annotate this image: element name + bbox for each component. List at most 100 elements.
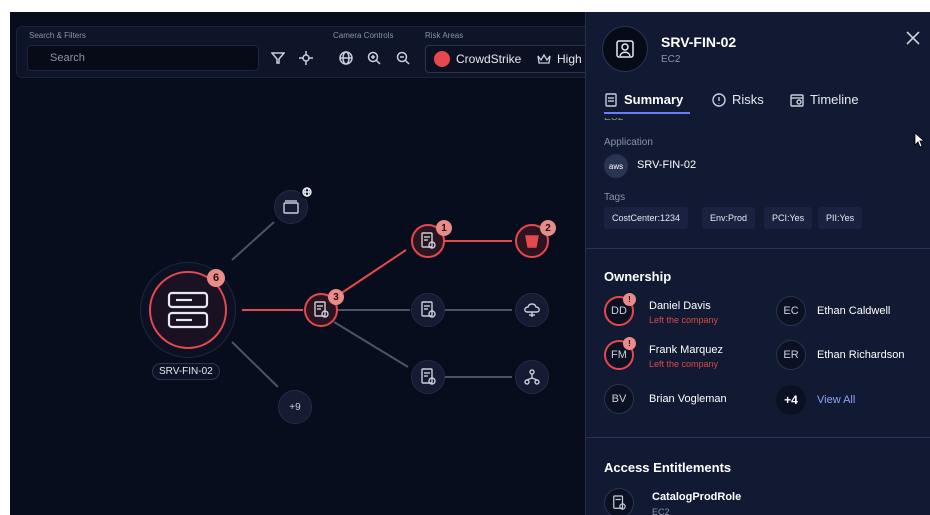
application-value: SRV-FIN-02 [637, 159, 697, 171]
owner-name: Ethan Richardson [817, 349, 905, 361]
filter-button[interactable] [269, 49, 287, 67]
owner-name: Frank Marquez [649, 344, 723, 356]
section-divider [586, 248, 930, 249]
bucket-badge: 2 [540, 220, 556, 236]
more-owners-count: +4 [776, 385, 806, 415]
avatar: FM! [604, 337, 636, 370]
role-node-1-badge: 1 [436, 220, 452, 236]
details-panel: SRV-FIN-02 EC2 Summary Risks Timeline EC… [585, 12, 930, 515]
role-node-1[interactable]: 1 [411, 220, 452, 258]
main-server-node[interactable]: 6 [140, 262, 236, 358]
camera-controls-label: Camera Controls [333, 31, 394, 40]
close-button[interactable] [905, 30, 921, 46]
graph-edges [231, 221, 512, 388]
edge-main-to-web [231, 221, 275, 261]
owner-name: Daniel Davis [649, 300, 711, 312]
search-input[interactable] [27, 45, 259, 71]
more-nodes-button[interactable]: +9 [278, 390, 312, 424]
panel-header: SRV-FIN-02 EC2 Summary Risks Timeline [586, 12, 930, 118]
mouse-cursor-icon [914, 132, 926, 148]
role-document-icon [421, 368, 436, 385]
asset-avatar [602, 26, 648, 72]
application-label: Application [604, 137, 653, 148]
tab-timeline[interactable]: Timeline [790, 92, 859, 107]
app-window: 6 SRV-FIN-02 3 +9 1 2 Search & Filters C… [10, 12, 930, 515]
zoom-in-button[interactable] [365, 49, 383, 67]
role-document-icon [421, 232, 436, 249]
tag-chip: PCI:Yes [764, 207, 813, 229]
zoom-out-button[interactable] [394, 49, 412, 67]
owner-item[interactable]: DD! Daniel Davis Left the company [604, 293, 754, 330]
panel-title: SRV-FIN-02 [661, 34, 737, 50]
avatar: ER [776, 340, 806, 370]
risk-crowdstrike-button[interactable]: CrowdStrike [425, 45, 531, 73]
role-document-icon [604, 488, 634, 515]
owner-item[interactable]: BV Brian Vogleman [604, 384, 754, 418]
ownership-title: Ownership [604, 269, 672, 284]
owner-name: Ethan Caldwell [817, 305, 891, 317]
entitlement-type: EC2 [652, 507, 670, 515]
main-node-label: SRV-FIN-02 [152, 363, 220, 380]
main-node-badge: 6 [207, 269, 225, 287]
entitlement-name: CatalogProdRole [652, 491, 742, 503]
view-all-link[interactable]: View All [817, 394, 855, 406]
owner-item[interactable]: FM! Frank Marquez Left the company [604, 337, 754, 374]
role-node-3[interactable] [411, 360, 445, 394]
aws-icon: aws [604, 154, 628, 178]
zoom-in-icon [367, 51, 381, 65]
owner-name: Brian Vogleman [649, 393, 727, 405]
alert-circle-icon [712, 92, 726, 107]
tag-chip: Env:Prod [702, 207, 756, 229]
close-icon [906, 31, 920, 45]
entitlement-item[interactable]: CatalogProdRole EC2 [604, 488, 904, 515]
graph-canvas[interactable]: 6 SRV-FIN-02 3 +9 1 2 [10, 12, 590, 515]
section-divider [586, 437, 930, 438]
calendar-icon [790, 93, 804, 107]
document-icon [605, 92, 617, 107]
web-folder-node[interactable] [274, 185, 314, 224]
avatar: BV [604, 384, 634, 414]
network-icon [524, 369, 540, 385]
search-filters-label: Search & Filters [29, 31, 86, 40]
s3-bucket-node[interactable]: 2 [515, 220, 556, 258]
edge-hub-to-role3 [333, 321, 409, 368]
risk-areas-label: Risk Areas [425, 31, 464, 40]
more-nodes-count: +9 [289, 401, 301, 413]
risk-high-label: High [557, 52, 582, 66]
tab-active-indicator [604, 112, 690, 114]
network-node[interactable] [515, 360, 549, 394]
warning-badge: ! [623, 337, 636, 350]
panel-subtitle: EC2 [661, 54, 681, 65]
role-hub-badge: 3 [328, 289, 344, 305]
crosshair-icon [299, 51, 313, 65]
globe-icon [339, 51, 353, 65]
tab-risks[interactable]: Risks [712, 92, 764, 107]
access-entitlements-title: Access Entitlements [604, 460, 732, 475]
risk-crowdstrike-label: CrowdStrike [456, 52, 522, 66]
filter-icon [271, 52, 285, 64]
avatar: DD! [604, 293, 636, 326]
role-hub-node[interactable]: 3 [304, 289, 344, 327]
avatar: EC [776, 296, 806, 326]
owner-status: Left the company [649, 315, 719, 325]
layout-button[interactable] [297, 49, 315, 67]
tag-chip: PII:Yes [818, 207, 863, 229]
crown-icon [537, 53, 551, 64]
recenter-button[interactable] [337, 49, 355, 67]
warning-badge: ! [623, 293, 636, 306]
image-placeholder-icon [616, 40, 634, 58]
cloud-icon [524, 303, 540, 317]
tag-chip: CostCenter:1234 [604, 207, 689, 229]
owner-item[interactable]: EC Ethan Caldwell [776, 296, 926, 330]
zoom-out-icon [396, 51, 410, 65]
crowdstrike-logo-icon [434, 51, 450, 67]
tab-summary[interactable]: Summary [604, 92, 683, 107]
tags-label: Tags [604, 192, 626, 203]
cloud-node[interactable] [515, 293, 549, 327]
globe-icon [300, 185, 314, 199]
owner-item[interactable]: ER Ethan Richardson [776, 340, 926, 374]
bucket-icon [525, 235, 539, 248]
role-document-icon [314, 301, 329, 318]
owner-status: Left the company [649, 359, 719, 369]
role-node-2[interactable] [411, 293, 445, 327]
